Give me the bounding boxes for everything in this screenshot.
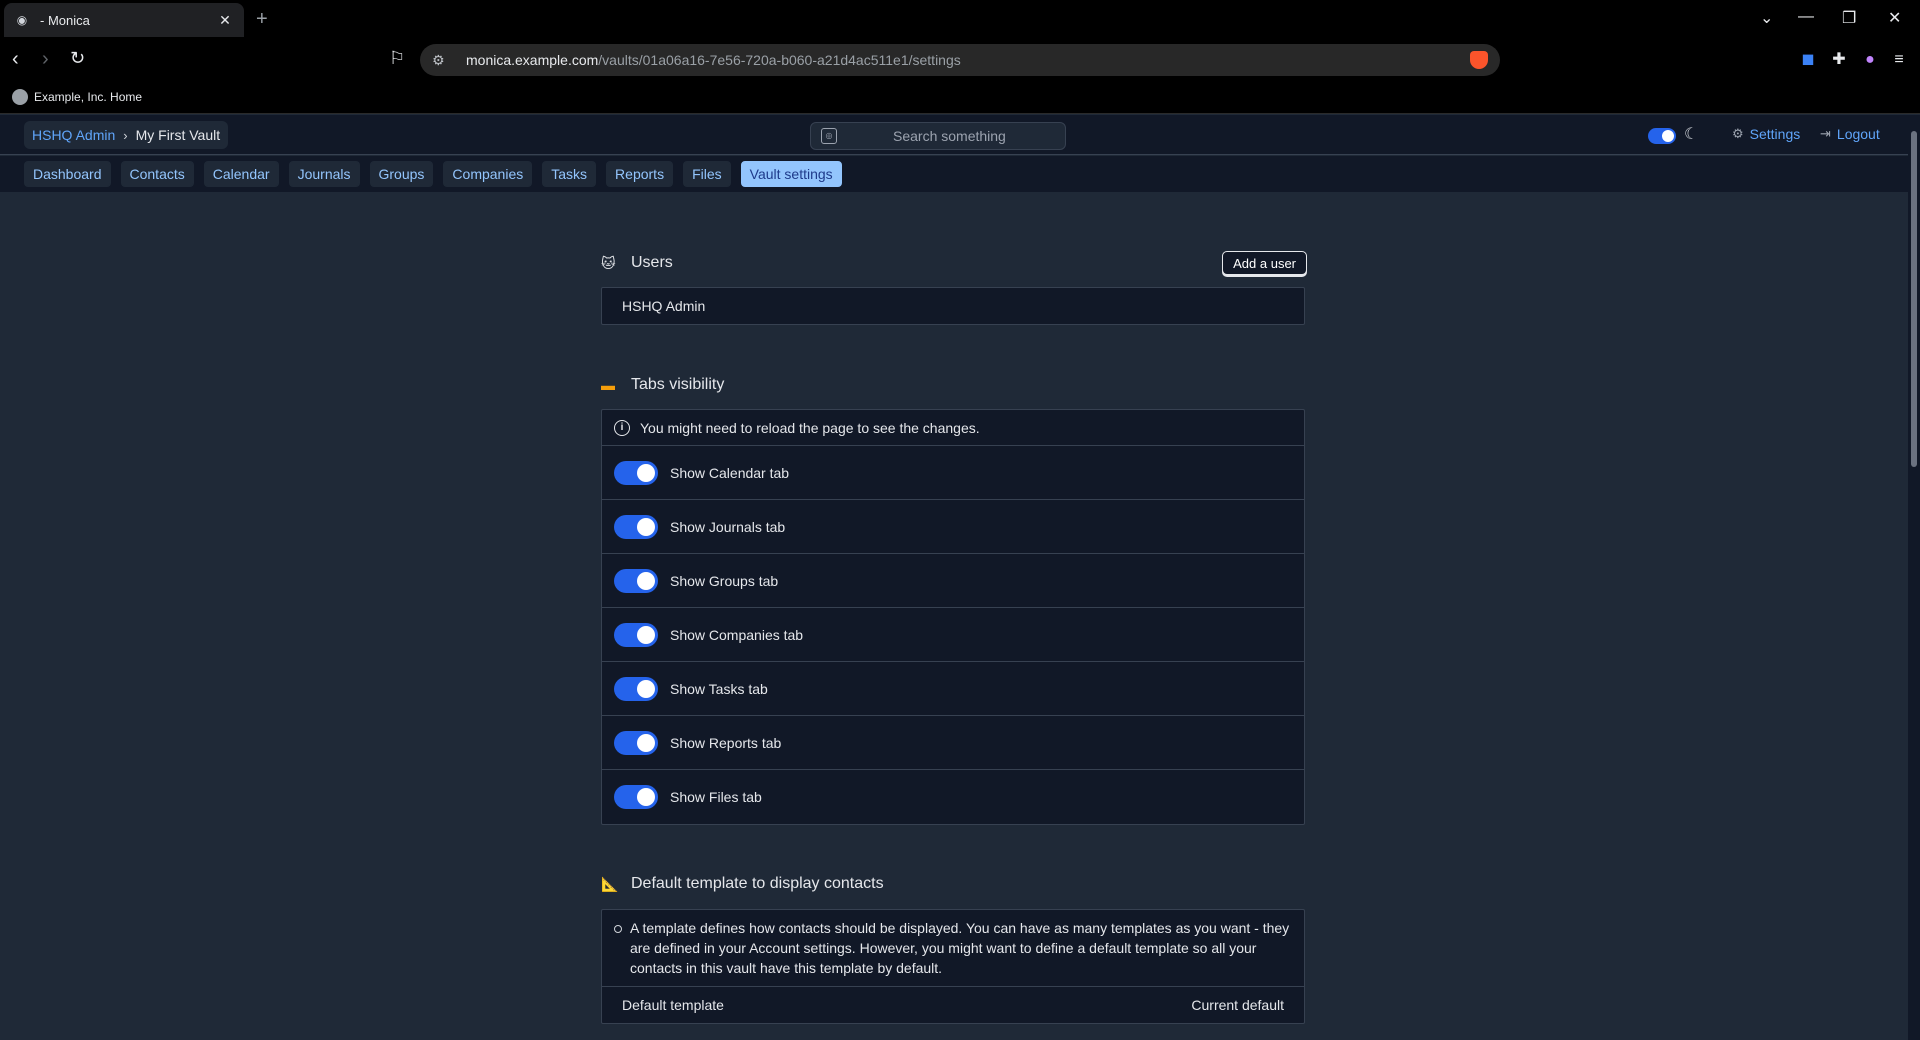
toggle-label: Show Companies tab: [670, 626, 804, 643]
toggle-label: Show Calendar tab: [670, 464, 790, 481]
logout-link[interactable]: ⇥ Logout: [1820, 126, 1880, 142]
journals-tab-switch[interactable]: [614, 514, 658, 539]
close-tab-icon[interactable]: ✕: [216, 12, 234, 29]
forward-icon[interactable]: ›: [42, 48, 49, 71]
users-title: 🐱 Users: [601, 254, 673, 271]
tabs-visibility-title: ▬ Tabs visibility: [601, 376, 725, 393]
browser-tabstrip: ◉ - Monica ✕ + ⌄ — ❐ ✕: [0, 0, 1920, 40]
tasks-tab-switch[interactable]: [614, 676, 658, 701]
site-settings-icon[interactable]: ⚙: [432, 52, 452, 69]
tab-dashboard[interactable]: Dashboard: [24, 161, 111, 187]
toggle-label: Show Journals tab: [670, 518, 786, 535]
toggle-row-calendar: Show Calendar tab: [602, 446, 1304, 500]
reload-icon[interactable]: ↻: [70, 48, 85, 69]
bullet-icon: [614, 925, 622, 933]
tabs-visibility-card: i You might need to reload the page to s…: [601, 409, 1305, 825]
browser-toolbar: ‹ › ↻ ⚐ ⚙ monica.example.com/vaults/01a0…: [0, 40, 1920, 80]
toggle-label: Show Reports tab: [670, 734, 782, 751]
users-emoji-icon: 🐱: [601, 254, 616, 271]
bookmarks-bar: Example, Inc. Home: [0, 80, 1920, 114]
tab-reports[interactable]: Reports: [606, 161, 674, 187]
brave-shields-icon[interactable]: [1470, 51, 1488, 69]
toggle-row-groups: Show Groups tab: [602, 554, 1304, 608]
browser-tab-title: - Monica: [40, 12, 90, 28]
tab-companies[interactable]: Companies: [443, 161, 533, 187]
toggle-row-files: Show Files tab: [602, 770, 1304, 824]
default-template-label: Default template: [622, 997, 724, 1013]
settings-link[interactable]: ⚙ Settings: [1732, 126, 1800, 142]
restore-icon[interactable]: ❐: [1842, 8, 1856, 28]
dark-mode-toggle[interactable]: [1648, 128, 1676, 144]
logout-link-label: Logout: [1836, 126, 1880, 142]
toggle-row-journals: Show Journals tab: [602, 500, 1304, 554]
tab-vault-settings[interactable]: Vault settings: [740, 161, 842, 187]
toggle-row-tasks: Show Tasks tab: [602, 662, 1304, 716]
minimize-icon[interactable]: —: [1798, 8, 1814, 26]
tab-files[interactable]: Files: [683, 161, 731, 187]
toggle-label: Show Files tab: [670, 789, 762, 805]
reports-tab-switch[interactable]: [614, 730, 658, 755]
default-template-title: 📐 Default template to display contacts: [601, 875, 884, 892]
gear-icon: ⚙: [1732, 126, 1744, 141]
tab-contacts[interactable]: Contacts: [120, 161, 194, 187]
current-default-value: Current default: [1191, 997, 1284, 1013]
default-template-card: A template defines how contacts should b…: [601, 909, 1305, 1024]
tab-search-chevron-icon[interactable]: ⌄: [1760, 8, 1773, 28]
app-header: HSHQ Admin › My First Vault ◎ Search som…: [0, 115, 1908, 155]
search-input[interactable]: ◎ Search something: [810, 122, 1066, 150]
breadcrumb-user-link[interactable]: HSHQ Admin: [32, 127, 115, 143]
tab-groups[interactable]: Groups: [369, 161, 434, 187]
template-info: A template defines how contacts should b…: [602, 910, 1304, 987]
tab-journals[interactable]: Journals: [288, 161, 360, 187]
browser-tab[interactable]: ◉ - Monica ✕: [4, 3, 244, 37]
bookmark-example-home[interactable]: Example, Inc. Home: [34, 90, 142, 104]
reload-notice: i You might need to reload the page to s…: [602, 410, 1304, 446]
back-icon[interactable]: ‹: [12, 48, 19, 71]
toggle-label: Show Tasks tab: [670, 680, 768, 697]
bookmark-icon[interactable]: ⚐: [389, 48, 405, 69]
vault-nav: Dashboard Contacts Calendar Journals Gro…: [0, 156, 1908, 192]
logout-icon: ⇥: [1820, 126, 1831, 141]
users-card: HSHQ Admin: [601, 287, 1305, 325]
user-row: HSHQ Admin: [622, 298, 706, 314]
tab-tasks[interactable]: Tasks: [542, 161, 597, 187]
monica-favicon-icon: ◉: [16, 13, 28, 27]
bitwarden-icon[interactable]: ◼: [1798, 50, 1818, 70]
toggle-row-companies: Show Companies tab: [602, 608, 1304, 662]
groups-tab-switch[interactable]: [614, 568, 658, 593]
chevron-right-icon: ›: [123, 127, 128, 143]
globe-icon: [12, 88, 28, 105]
address-bar[interactable]: ⚙ monica.example.com/vaults/01a06a16-7e5…: [420, 44, 1500, 76]
search-placeholder: Search something: [893, 128, 1006, 144]
companies-tab-switch[interactable]: [614, 622, 658, 647]
users-section-header: 🐱 Users Add a user: [601, 251, 1307, 275]
breadcrumb-vault: My First Vault: [135, 127, 221, 143]
add-user-button[interactable]: Add a user: [1222, 251, 1307, 275]
moon-icon: ☾: [1684, 126, 1699, 143]
profile-icon[interactable]: ●: [1860, 50, 1880, 70]
menu-icon[interactable]: ≡: [1889, 50, 1909, 70]
tabs-emoji-icon: ▬: [601, 377, 615, 393]
toggle-label: Show Groups tab: [670, 572, 779, 589]
search-scan-icon: ◎: [821, 128, 837, 144]
info-icon: i: [614, 419, 630, 436]
toggle-row-reports: Show Reports tab: [602, 716, 1304, 770]
extensions-icon[interactable]: ✚: [1829, 50, 1849, 70]
window-close-icon[interactable]: ✕: [1888, 8, 1901, 28]
new-tab-icon[interactable]: +: [256, 8, 268, 31]
files-tab-switch[interactable]: [614, 785, 658, 809]
url-text: monica.example.com/vaults/01a06a16-7e56-…: [466, 52, 961, 68]
triangle-ruler-icon: 📐: [601, 875, 619, 892]
settings-link-label: Settings: [1749, 126, 1801, 142]
page-scrollbar[interactable]: [1908, 115, 1920, 1040]
breadcrumb: HSHQ Admin › My First Vault: [24, 121, 229, 149]
tab-calendar[interactable]: Calendar: [203, 161, 279, 187]
calendar-tab-switch[interactable]: [614, 460, 658, 485]
default-template-row: Default template Current default: [602, 987, 1304, 1023]
